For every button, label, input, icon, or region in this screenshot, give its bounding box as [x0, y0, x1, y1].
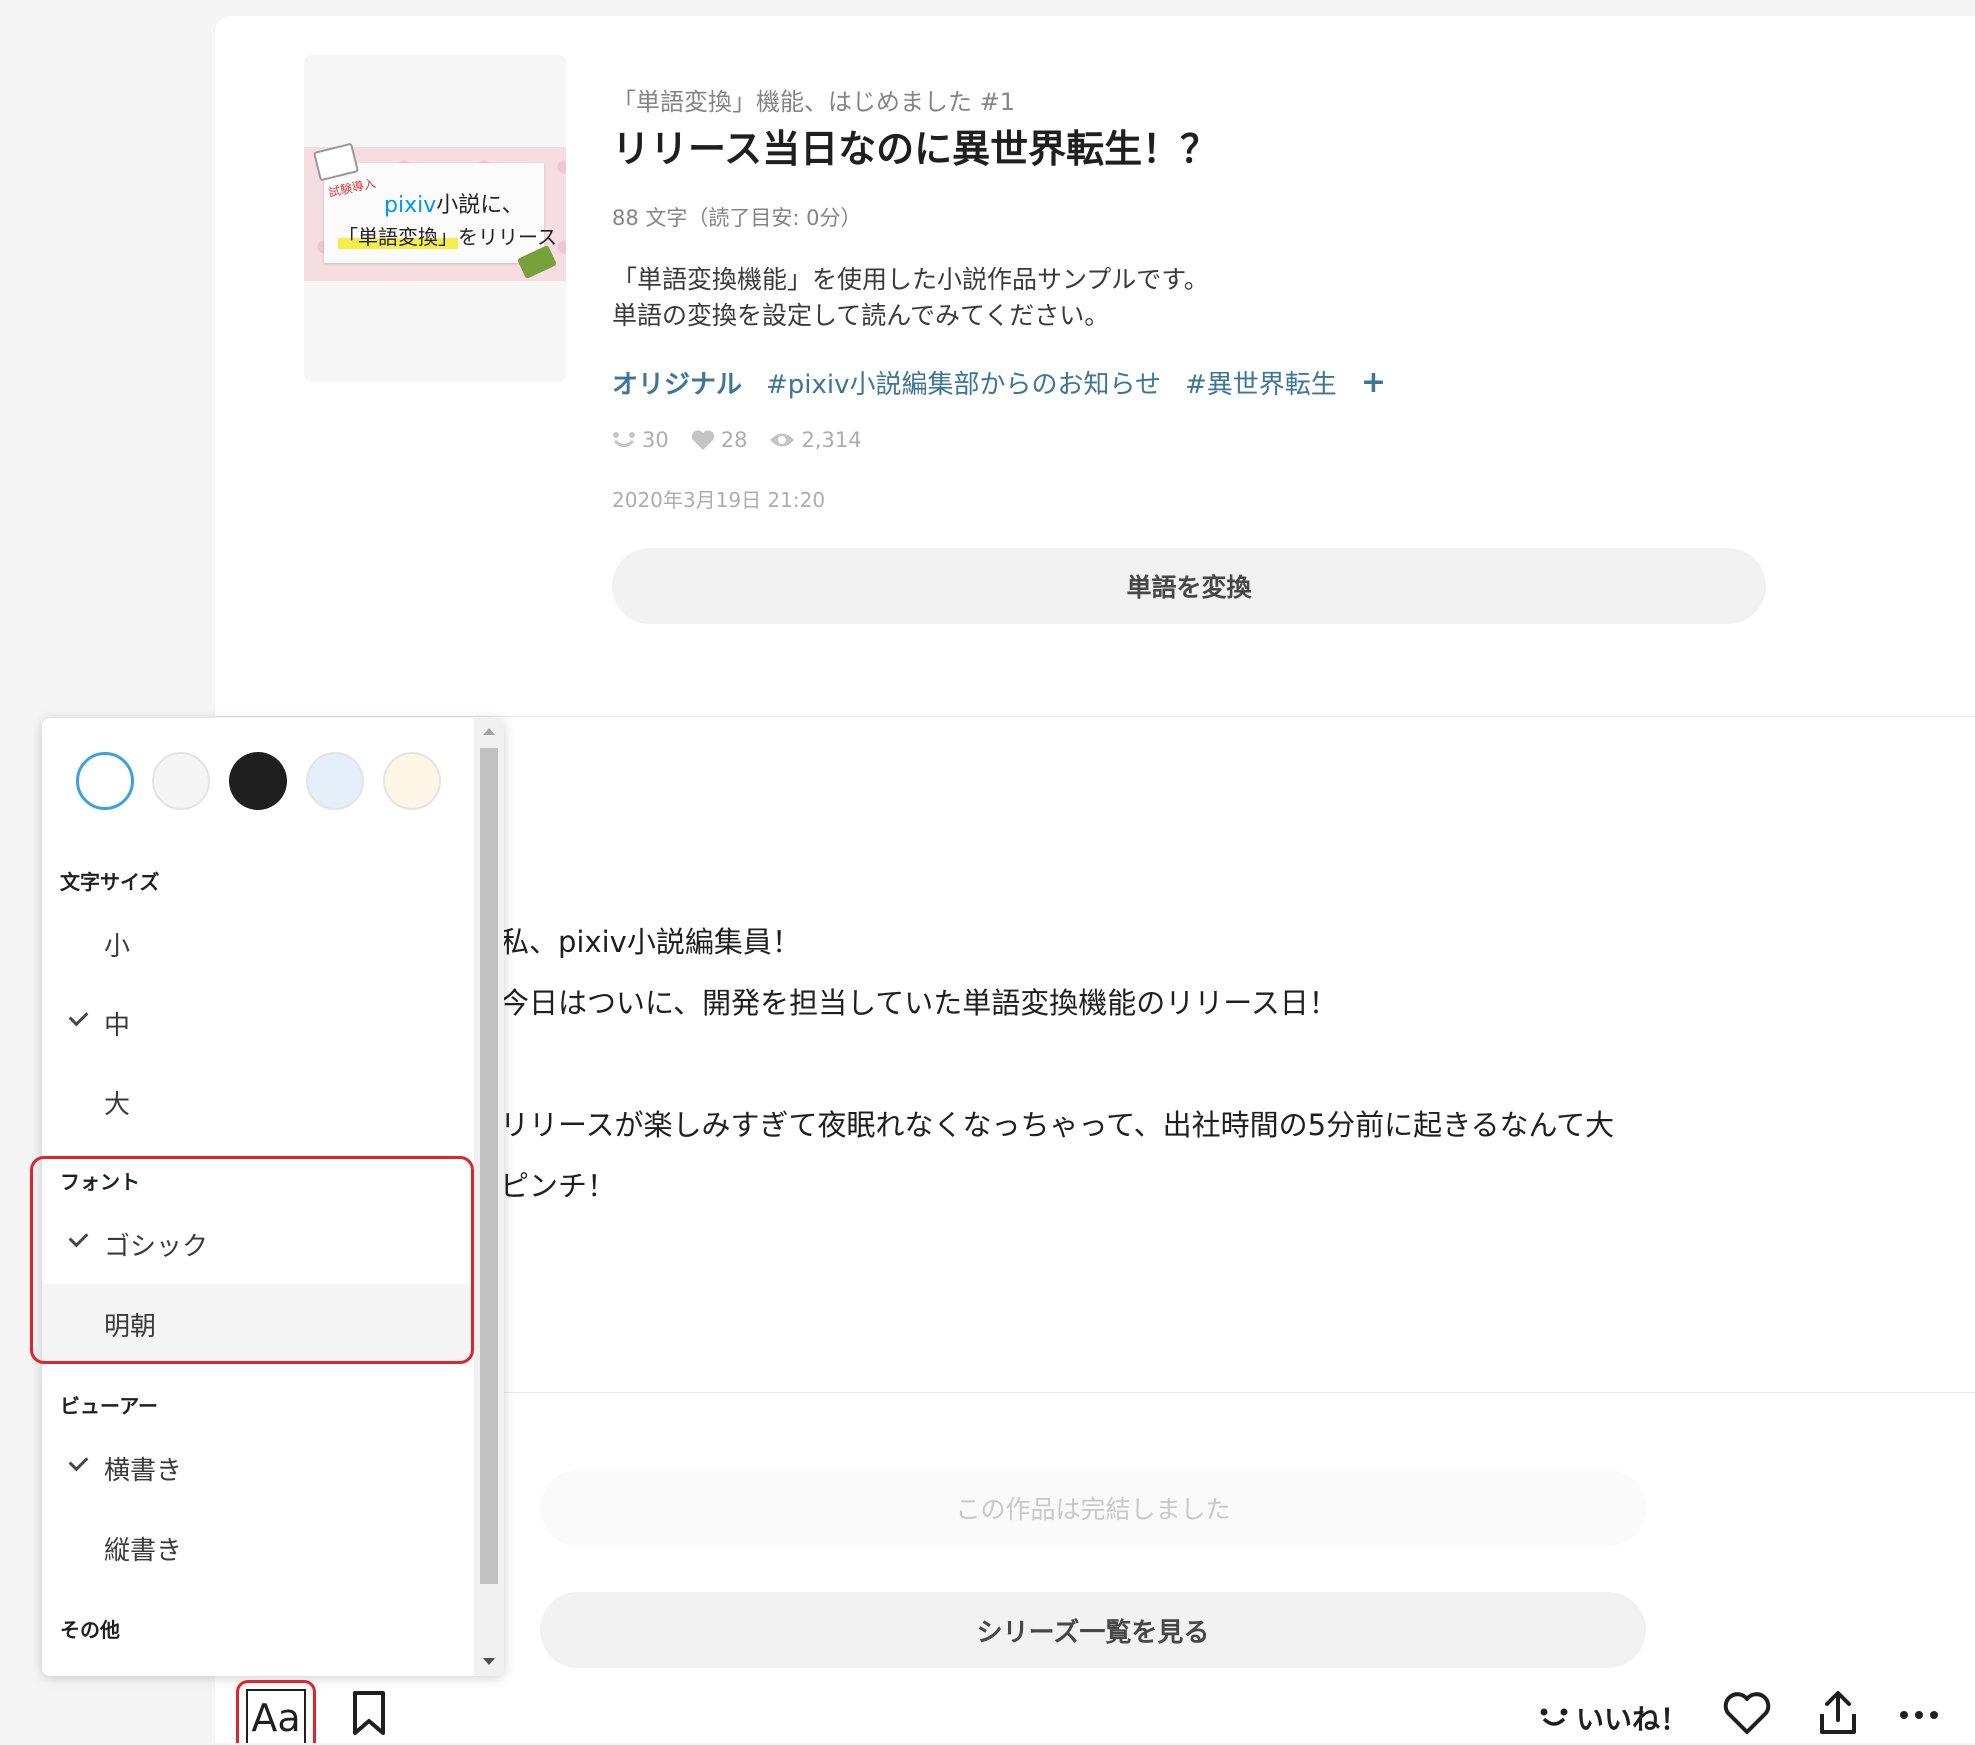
- option-label: 明朝: [104, 1312, 157, 1342]
- option-label: 小: [104, 932, 131, 962]
- heart-icon: [691, 430, 714, 450]
- reaction-stat: 30: [612, 428, 669, 452]
- reaction-count: 30: [642, 428, 669, 452]
- font-size-medium-option[interactable]: 中: [42, 983, 472, 1063]
- theme-swatch-black[interactable]: [229, 752, 287, 810]
- like-count: 28: [720, 428, 748, 452]
- tag-list: オリジナル #pixiv小説編集部からのお知らせ #異世界転生 +: [612, 364, 1386, 401]
- scroll-up-arrow-icon[interactable]: [483, 728, 495, 735]
- display-settings-popup: 文字サイズ 小 中 大 フォント ゴシック 明朝 ビューアー 横書き 縦書き そ…: [42, 718, 504, 1676]
- font-size-label: 文字サイズ: [60, 870, 160, 894]
- series-title[interactable]: 「単語変換」機能、はじめました #1: [612, 82, 1015, 117]
- tag-item[interactable]: #異世界転生: [1185, 364, 1337, 401]
- theme-swatch-cream[interactable]: [383, 752, 441, 810]
- font-label: フォント: [60, 1170, 140, 1194]
- cover-image[interactable]: 試験導入 pixiv小説に、 「単語変換」をリリース: [304, 55, 566, 382]
- cover-line2-suffix: をリリース: [458, 225, 557, 249]
- popup-scrollbar[interactable]: [474, 718, 504, 1676]
- finished-notice: この作品は完結しました: [540, 1470, 1646, 1546]
- cover-line1-suffix: 小説に、: [436, 193, 524, 218]
- other-label: その他: [60, 1618, 120, 1642]
- work-stats: 30 28 2,314: [612, 428, 862, 452]
- caption: 「単語変換機能」を使用した小説作品サンプルです。 単語の変換を設定して読んでみて…: [612, 262, 1209, 334]
- theme-swatch-blue[interactable]: [306, 752, 364, 810]
- viewer-vertical-option[interactable]: 縦書き: [42, 1508, 472, 1588]
- cover-brand: pixiv: [384, 193, 437, 218]
- option-label: 縦書き: [104, 1536, 183, 1566]
- view-count: 2,314: [801, 428, 862, 452]
- view-stat: 2,314: [769, 428, 862, 452]
- body-blank-line: [500, 1034, 1614, 1095]
- bookmark-icon[interactable]: [350, 1690, 388, 1736]
- convert-words-button[interactable]: 単語を変換: [612, 548, 1766, 624]
- option-label: 横書き: [104, 1456, 183, 1486]
- tag-original[interactable]: オリジナル: [612, 364, 742, 401]
- display-settings-button[interactable]: Aa: [236, 1680, 316, 1743]
- font-gothic-option[interactable]: ゴシック: [42, 1204, 472, 1284]
- caption-line1: 「単語変換機能」を使用した小説作品サンプルです。: [612, 265, 1209, 294]
- font-size-small-option[interactable]: 小: [42, 904, 472, 984]
- divider: [500, 1392, 1975, 1393]
- viewer-horizontal-option[interactable]: 横書き: [42, 1428, 472, 1508]
- divider: [215, 716, 1975, 717]
- viewer-label: ビューアー: [60, 1394, 158, 1418]
- eye-icon: [770, 433, 795, 447]
- body-line: 今日はついに、開発を担当していた単語変換機能のリリース日！: [500, 986, 1338, 1020]
- work-title: リリース当日なのに異世界転生！？: [612, 127, 1219, 171]
- caption-line2: 単語の変換を設定して読んでみてください。: [612, 301, 1110, 330]
- cover-line1: pixiv小説に、: [332, 187, 524, 219]
- body-line: 私、pixiv小説編集員！: [500, 925, 801, 959]
- more-options-icon[interactable]: [1898, 1690, 1940, 1736]
- option-label: 中: [104, 1011, 131, 1041]
- theme-swatch-white[interactable]: [76, 752, 134, 810]
- like-label: いいね！: [1576, 1703, 1689, 1736]
- series-list-button[interactable]: シリーズ一覧を見る: [540, 1592, 1646, 1668]
- cover-line2-highlight: 「単語変換」: [338, 225, 458, 249]
- char-count: 88 文字（読了目安: 0分）: [612, 206, 862, 230]
- tag-item[interactable]: #pixiv小説編集部からのお知らせ: [766, 364, 1161, 401]
- smile-icon: [1540, 1708, 1568, 1726]
- scroll-down-arrow-icon[interactable]: [483, 1658, 495, 1665]
- font-mincho-option[interactable]: 明朝: [42, 1284, 472, 1364]
- cover-line2: 「単語変換」をリリース: [338, 221, 557, 250]
- smile-icon: [613, 432, 635, 447]
- check-icon: [68, 1006, 89, 1027]
- theme-swatch-gray[interactable]: [152, 752, 210, 810]
- add-tag-icon[interactable]: +: [1361, 365, 1386, 400]
- like-stat: 28: [691, 428, 748, 452]
- like-button[interactable]: いいね！: [1540, 1698, 1688, 1738]
- option-label: 大: [104, 1090, 131, 1120]
- novel-body: 私、pixiv小説編集員！ 今日はついに、開発を担当していた単語変換機能のリリー…: [500, 912, 1614, 1217]
- post-date: 2020年3月19日 21:20: [612, 488, 826, 512]
- option-label: ゴシック: [104, 1232, 209, 1262]
- heart-icon[interactable]: [1722, 1690, 1772, 1736]
- check-icon: [68, 1451, 89, 1472]
- body-line: ピンチ！: [500, 1169, 617, 1203]
- check-icon: [68, 1227, 89, 1248]
- aa-icon: Aa: [246, 1689, 306, 1743]
- scrollbar-thumb[interactable]: [480, 748, 498, 1584]
- body-line: リリースが楽しみすぎて夜眠れなくなっちゃって、出社時間の5分前に起きるなんて大: [500, 1108, 1615, 1142]
- share-icon[interactable]: [1818, 1690, 1858, 1736]
- font-size-large-option[interactable]: 大: [42, 1062, 472, 1142]
